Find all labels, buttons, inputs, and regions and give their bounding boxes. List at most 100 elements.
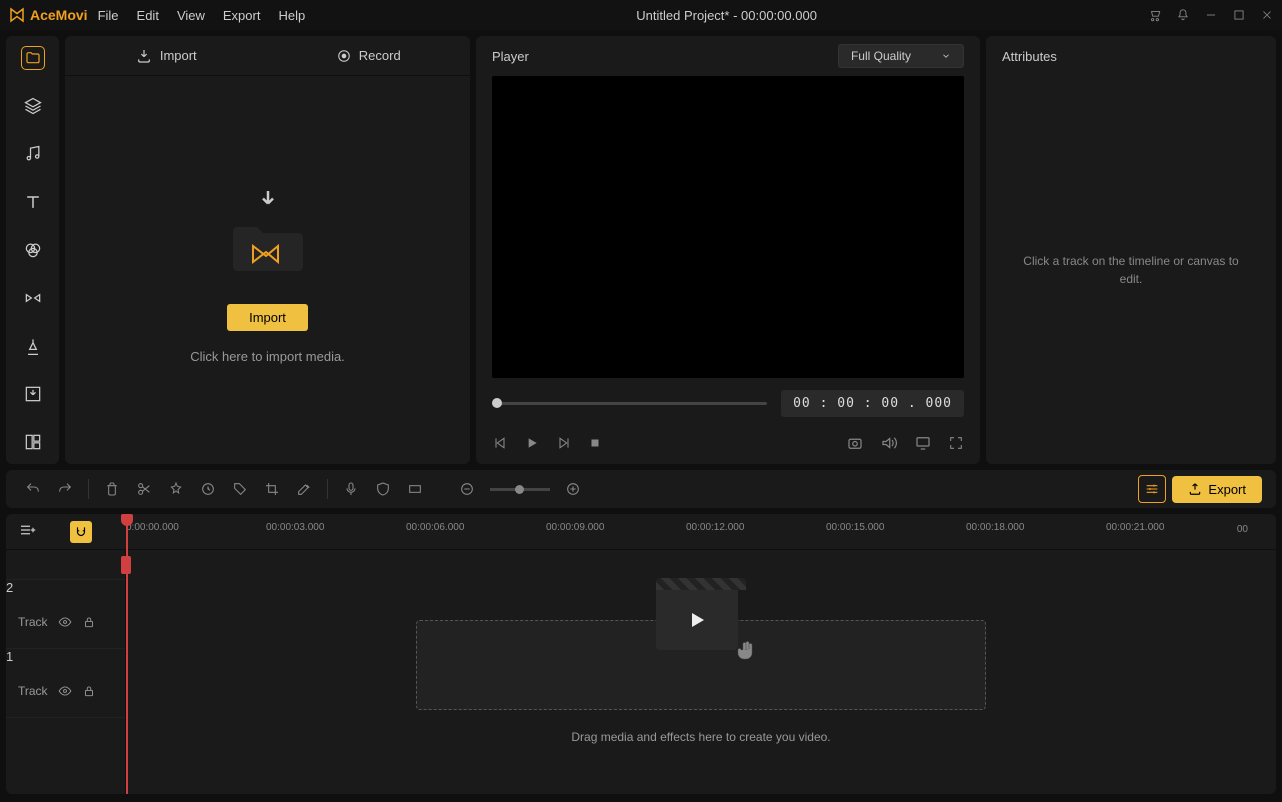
export-button[interactable]: Export: [1172, 476, 1262, 503]
menu-export[interactable]: Export: [223, 8, 261, 23]
next-frame-icon[interactable]: [556, 435, 572, 451]
sidebar-filters-icon[interactable]: [21, 238, 45, 262]
media-panel: Import Record Import Click here to impor…: [65, 36, 470, 464]
bell-icon[interactable]: [1176, 8, 1190, 22]
menu-help[interactable]: Help: [278, 8, 305, 23]
snap-icon[interactable]: [70, 521, 92, 543]
menu-file[interactable]: File: [98, 8, 119, 23]
attributes-label: Attributes: [1002, 49, 1057, 64]
stop-icon[interactable]: [588, 436, 602, 450]
ruler-mark: 00:00:18.000: [966, 522, 1024, 533]
ruler-mark: 00:00:06.000: [406, 522, 464, 533]
zoom-slider[interactable]: [490, 488, 550, 491]
app-name: AceMovi: [30, 7, 88, 23]
track-number: 1: [6, 649, 13, 664]
color-icon[interactable]: [195, 476, 221, 502]
redo-icon[interactable]: [52, 476, 78, 502]
volume-icon[interactable]: [880, 434, 898, 452]
aspect-icon[interactable]: [402, 476, 428, 502]
player-label: Player: [492, 49, 529, 64]
time-display: 00 : 00 : 00 . 000: [781, 390, 964, 417]
edit-icon[interactable]: [291, 476, 317, 502]
ruler-mark: 0:00:00.000: [126, 522, 179, 533]
main-menu: File Edit View Export Help: [98, 8, 306, 23]
seek-slider[interactable]: [492, 388, 767, 418]
track-area[interactable]: Drag media and effects here to create yo…: [126, 550, 1266, 794]
lock-icon[interactable]: [82, 684, 96, 698]
import-hint: Click here to import media.: [190, 349, 345, 364]
timeline: 0:00:00.000 00:00:03.000 00:00:06.000 00…: [6, 514, 1276, 794]
folder-icon: [228, 216, 308, 276]
delete-icon[interactable]: [99, 476, 125, 502]
close-icon[interactable]: [1260, 8, 1274, 22]
playhead[interactable]: [126, 514, 128, 794]
video-canvas[interactable]: [492, 76, 964, 378]
zoom-in-icon[interactable]: [560, 476, 586, 502]
player-panel: Player Full Quality 00 : 00 : 00 . 000: [476, 36, 980, 464]
sidebar-audio-icon[interactable]: [21, 142, 45, 166]
maximize-icon[interactable]: [1232, 8, 1246, 22]
sidebar-animations-icon[interactable]: [21, 334, 45, 358]
menu-edit[interactable]: Edit: [137, 8, 159, 23]
import-folder-graphic[interactable]: [223, 176, 313, 286]
sidebar-layers-icon[interactable]: [21, 94, 45, 118]
display-icon[interactable]: [914, 434, 932, 452]
shield-icon[interactable]: [370, 476, 396, 502]
mic-icon[interactable]: [338, 476, 364, 502]
fullscreen-icon[interactable]: [948, 435, 964, 451]
titlebar: AceMovi File Edit View Export Help Untit…: [0, 0, 1282, 30]
chevron-down-icon: [941, 51, 951, 61]
crop-icon[interactable]: [259, 476, 285, 502]
clip-icon: [656, 578, 746, 658]
quality-select[interactable]: Full Quality: [838, 44, 964, 68]
ruler-mark: 00:00:21.000: [1106, 522, 1164, 533]
split-icon[interactable]: [131, 476, 157, 502]
add-track-icon[interactable]: [18, 521, 40, 543]
undo-icon[interactable]: [20, 476, 46, 502]
record-tab[interactable]: Record: [268, 36, 471, 75]
quality-value: Full Quality: [851, 49, 911, 63]
import-tab[interactable]: Import: [65, 36, 268, 75]
time-ruler[interactable]: 0:00:00.000 00:00:03.000 00:00:06.000 00…: [126, 514, 1266, 550]
prev-frame-icon[interactable]: [492, 435, 508, 451]
play-icon[interactable]: [524, 435, 540, 451]
settings-button[interactable]: [1138, 475, 1166, 503]
ruler-end: 00: [1237, 524, 1248, 535]
track-number: 2: [6, 580, 13, 595]
attributes-panel: Attributes Click a track on the timeline…: [986, 36, 1276, 464]
window-title: Untitled Project* - 00:00:00.000: [305, 8, 1148, 23]
logo-icon: [8, 6, 26, 24]
ruler-mark: 00:00:03.000: [266, 522, 324, 533]
import-button[interactable]: Import: [227, 304, 308, 331]
tool-sidebar: [6, 36, 59, 464]
sidebar-export-icon[interactable]: [21, 382, 45, 406]
speed-icon[interactable]: [163, 476, 189, 502]
eye-icon[interactable]: [58, 684, 72, 698]
app-logo: AceMovi: [8, 6, 88, 24]
cart-icon[interactable]: [1148, 8, 1162, 22]
record-icon: [337, 49, 351, 63]
sidebar-media-icon[interactable]: [21, 46, 45, 70]
drop-hint: Drag media and effects here to create yo…: [416, 730, 986, 744]
timeline-toolbar: Export: [6, 470, 1276, 508]
sidebar-split-icon[interactable]: [21, 430, 45, 454]
eye-icon[interactable]: [58, 615, 72, 629]
menu-view[interactable]: View: [177, 8, 205, 23]
export-icon: [1188, 482, 1202, 496]
arrow-down-icon: [253, 186, 283, 216]
import-icon: [136, 48, 152, 64]
snapshot-icon[interactable]: [846, 434, 864, 452]
hand-icon: [734, 638, 758, 662]
export-label: Export: [1208, 482, 1246, 497]
minimize-icon[interactable]: [1204, 8, 1218, 22]
zoom-out-icon[interactable]: [454, 476, 480, 502]
sidebar-text-icon[interactable]: [21, 190, 45, 214]
track-label: Track: [18, 684, 48, 698]
ruler-mark: 00:00:15.000: [826, 522, 884, 533]
import-tab-label: Import: [160, 48, 197, 63]
sidebar-transitions-icon[interactable]: [21, 286, 45, 310]
lock-icon[interactable]: [82, 615, 96, 629]
tag-icon[interactable]: [227, 476, 253, 502]
ruler-mark: 00:00:12.000: [686, 522, 744, 533]
ruler-mark: 00:00:09.000: [546, 522, 604, 533]
